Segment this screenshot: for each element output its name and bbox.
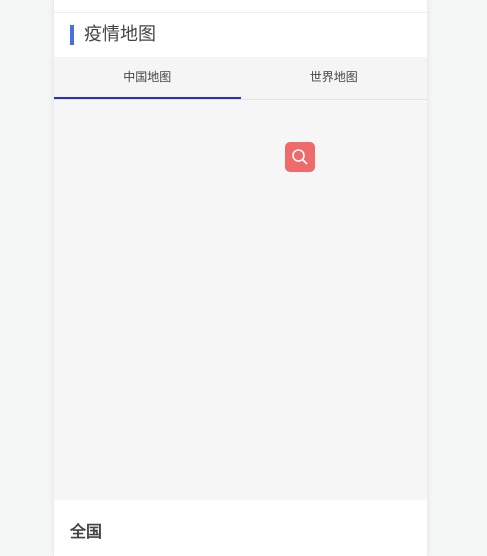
region-section: 全国: [54, 500, 427, 556]
page-title: 疫情地图: [84, 24, 156, 45]
search-icon: [292, 149, 308, 165]
top-strip: [54, 0, 427, 13]
page-container: 疫情地图 中国地图 世界地图 全国: [53, 0, 428, 556]
map-area[interactable]: [54, 100, 427, 500]
title-accent-bar: [70, 25, 74, 45]
map-search-button[interactable]: [285, 142, 315, 172]
region-label: 全国: [70, 522, 103, 541]
tab-china-map[interactable]: 中国地图: [54, 57, 241, 99]
map-tabs: 中国地图 世界地图: [54, 57, 427, 100]
tab-world-map[interactable]: 世界地图: [241, 57, 428, 99]
section-header: 疫情地图: [54, 13, 427, 57]
